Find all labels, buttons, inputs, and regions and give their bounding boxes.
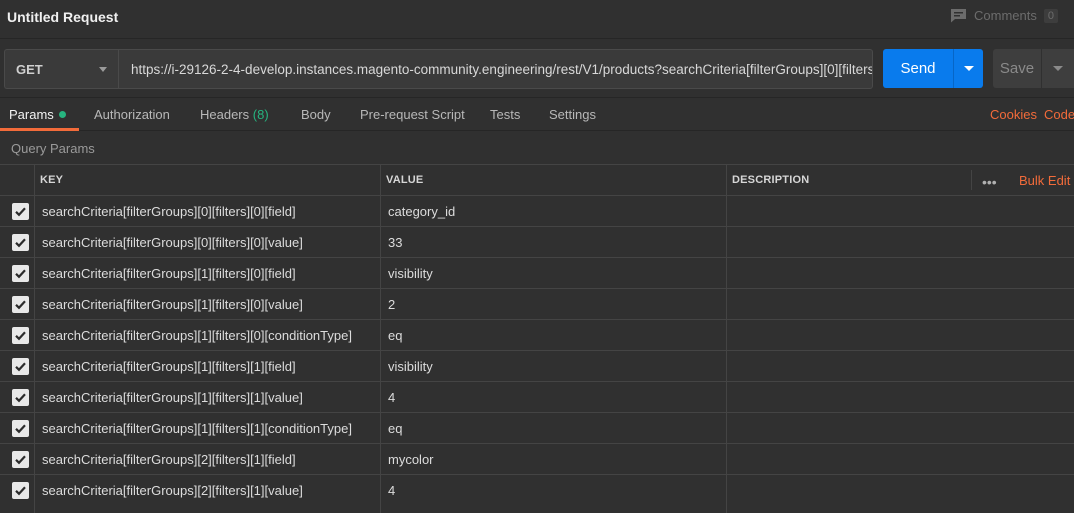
tab-tests[interactable]: Tests — [490, 107, 520, 122]
request-tabs: Params Authorization Headers (8) Body Pr… — [0, 99, 1074, 131]
table-row: searchCriteria[filterGroups][1][filters]… — [0, 319, 1074, 350]
params-status-dot — [58, 111, 66, 118]
param-description-cell[interactable] — [732, 320, 1072, 350]
table-row: searchCriteria[filterGroups][1][filters]… — [0, 257, 1074, 288]
table-row: searchCriteria[filterGroups][0][filters]… — [0, 195, 1074, 226]
checkmark-icon — [15, 486, 26, 496]
param-value-cell[interactable]: visibility — [388, 258, 433, 288]
table-header-row: KEY VALUE DESCRIPTION ••• Bulk Edit — [0, 164, 1074, 195]
param-description-cell[interactable] — [732, 413, 1072, 443]
table-row: searchCriteria[filterGroups][1][filters]… — [0, 381, 1074, 412]
column-header-key: KEY — [40, 174, 64, 186]
param-description-cell[interactable] — [732, 382, 1072, 412]
param-value-cell[interactable]: eq — [388, 320, 402, 350]
headers-count: (8) — [252, 107, 269, 122]
param-description-cell[interactable] — [732, 258, 1072, 288]
comments-label: Comments — [974, 8, 1037, 23]
comments-button[interactable]: Comments 0 — [950, 8, 1058, 23]
cookies-link[interactable]: Cookies — [990, 107, 1037, 122]
param-value-cell[interactable]: 4 — [388, 475, 395, 505]
table-row: searchCriteria[filterGroups][1][filters]… — [0, 350, 1074, 381]
save-button[interactable]: Save — [993, 49, 1041, 88]
tab-headers[interactable]: Headers (8) — [200, 107, 269, 122]
table-row: searchCriteria[filterGroups][2][filters]… — [0, 443, 1074, 474]
table-row: searchCriteria[filterGroups][0][filters]… — [0, 226, 1074, 257]
tab-settings[interactable]: Settings — [549, 107, 596, 122]
row-checkbox[interactable] — [12, 482, 29, 499]
param-value-cell[interactable]: category_id — [388, 196, 455, 226]
param-value-cell[interactable]: mycolor — [388, 444, 434, 474]
column-header-value: VALUE — [386, 174, 424, 186]
tab-params[interactable]: Params — [9, 107, 66, 122]
row-checkbox[interactable] — [12, 296, 29, 313]
checkmark-icon — [15, 393, 26, 403]
param-value-cell[interactable]: 4 — [388, 382, 395, 412]
param-value-cell[interactable]: 33 — [388, 227, 402, 257]
save-options-chevron-icon[interactable] — [1041, 49, 1074, 88]
param-description-cell[interactable] — [732, 227, 1072, 257]
url-bar: GET https://i-29126-2-4-develop.instance… — [0, 38, 1074, 98]
tab-body[interactable]: Body — [301, 107, 331, 122]
bulk-edit-link[interactable]: Bulk Edit — [1019, 165, 1070, 195]
param-key-cell[interactable]: searchCriteria[filterGroups][1][filters]… — [42, 351, 296, 381]
table-row: searchCriteria[filterGroups][1][filters]… — [0, 412, 1074, 443]
table-row: searchCriteria[filterGroups][2][filters]… — [0, 474, 1074, 505]
tab-headers-label: Headers — [200, 107, 250, 122]
param-description-cell[interactable] — [732, 444, 1072, 474]
tab-authorization[interactable]: Authorization — [94, 107, 170, 122]
checkmark-icon — [15, 362, 26, 372]
request-title[interactable]: Untitled Request — [7, 9, 118, 25]
url-input[interactable]: https://i-29126-2-4-develop.instances.ma… — [118, 49, 873, 89]
title-bar: Untitled Request Comments 0 — [0, 0, 1074, 36]
active-tab-indicator — [0, 128, 79, 131]
checkmark-icon — [15, 238, 26, 248]
method-value: GET — [16, 61, 43, 77]
param-key-cell[interactable]: searchCriteria[filterGroups][1][filters]… — [42, 258, 296, 288]
param-key-cell[interactable]: searchCriteria[filterGroups][0][filters]… — [42, 227, 303, 257]
checkmark-icon — [15, 331, 26, 341]
checkmark-icon — [15, 269, 26, 279]
param-key-cell[interactable]: searchCriteria[filterGroups][2][filters]… — [42, 475, 303, 505]
param-key-cell[interactable]: searchCriteria[filterGroups][1][filters]… — [42, 289, 303, 319]
comments-count-badge: 0 — [1043, 8, 1058, 23]
row-checkbox[interactable] — [12, 203, 29, 220]
row-checkbox[interactable] — [12, 451, 29, 468]
param-key-cell[interactable]: searchCriteria[filterGroups][1][filters]… — [42, 382, 303, 412]
param-value-cell[interactable]: 2 — [388, 289, 395, 319]
chevron-down-icon — [99, 67, 107, 72]
param-key-cell[interactable]: searchCriteria[filterGroups][0][filters]… — [42, 196, 296, 226]
checkmark-icon — [15, 207, 26, 217]
code-link[interactable]: Code — [1044, 107, 1074, 122]
param-value-cell[interactable]: visibility — [388, 351, 433, 381]
send-options-chevron-icon[interactable] — [953, 49, 983, 88]
param-key-cell[interactable]: searchCriteria[filterGroups][2][filters]… — [42, 444, 296, 474]
row-checkbox[interactable] — [12, 327, 29, 344]
param-description-cell[interactable] — [732, 289, 1072, 319]
param-description-cell[interactable] — [732, 351, 1072, 381]
row-checkbox[interactable] — [12, 265, 29, 282]
method-select[interactable]: GET — [4, 49, 118, 89]
row-checkbox[interactable] — [12, 234, 29, 251]
row-checkbox[interactable] — [12, 420, 29, 437]
row-checkbox[interactable] — [12, 389, 29, 406]
header-divider — [971, 170, 972, 190]
column-header-description: DESCRIPTION — [732, 174, 810, 186]
more-options-icon[interactable]: ••• — [982, 174, 997, 190]
checkmark-icon — [15, 300, 26, 310]
param-key-cell[interactable]: searchCriteria[filterGroups][1][filters]… — [42, 413, 352, 443]
param-key-cell[interactable]: searchCriteria[filterGroups][1][filters]… — [42, 320, 352, 350]
query-params-heading: Query Params — [11, 141, 95, 156]
checkmark-icon — [15, 424, 26, 434]
param-description-cell[interactable] — [732, 475, 1072, 505]
comment-icon — [951, 9, 966, 23]
row-checkbox[interactable] — [12, 358, 29, 375]
send-button[interactable]: Send — [883, 49, 953, 88]
tab-params-label: Params — [9, 107, 54, 122]
tab-prerequest-script[interactable]: Pre-request Script — [360, 107, 465, 122]
table-row: searchCriteria[filterGroups][1][filters]… — [0, 288, 1074, 319]
param-value-cell[interactable]: eq — [388, 413, 402, 443]
param-description-cell[interactable] — [732, 196, 1072, 226]
checkmark-icon — [15, 455, 26, 465]
